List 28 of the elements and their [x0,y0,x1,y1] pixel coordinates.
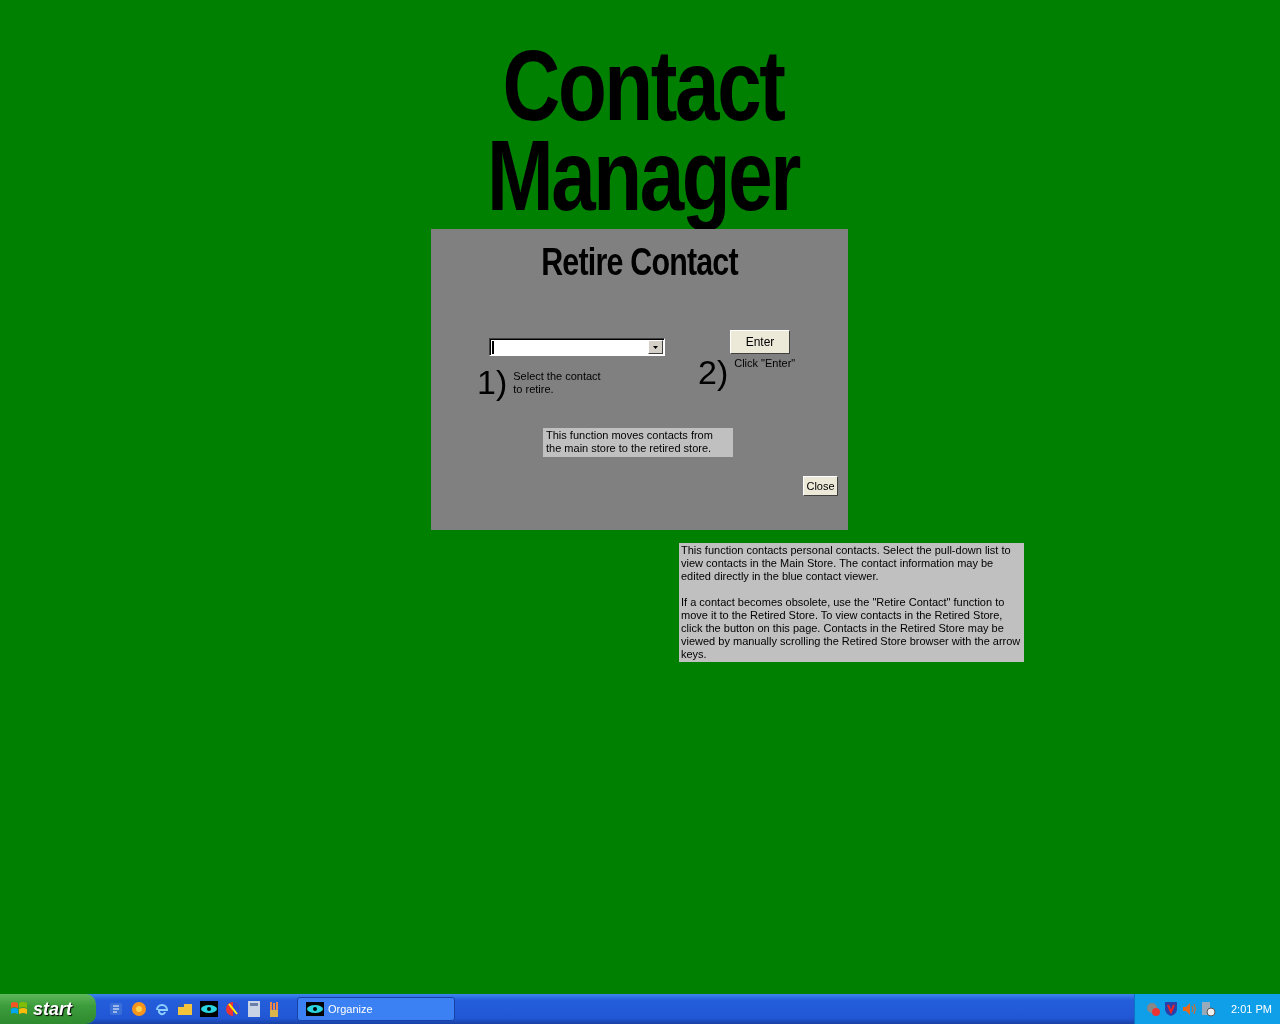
windows-flag-icon [10,1001,28,1017]
step-number: 1) [477,364,508,400]
step-instruction: Click "Enter" [734,357,796,370]
document-icon[interactable] [108,1001,124,1017]
shield-icon[interactable] [1164,1001,1178,1017]
calculator-icon[interactable] [248,1001,260,1017]
step-number: 2) [698,354,729,390]
step-instruction: Select the contact to retire. [513,370,602,396]
clock: 2:01 PM [1231,1003,1272,1015]
browser-icon[interactable] [154,1001,170,1017]
device-icon[interactable] [1200,1001,1216,1017]
dropdown-arrow-icon [653,345,658,349]
info-note: This function moves contacts from the main store to the retired store. [543,428,733,457]
circle-icon[interactable] [131,1001,147,1017]
start-button[interactable]: start [0,994,96,1024]
folder-icon[interactable] [177,1001,193,1017]
help-paragraph: This function contacts personal contacts. Select the pull-down list to view contacts in the Main Store. The contact information may be edited directly in the blue contact viewer. [681,544,1012,583]
app-title: Contact Manager [485,40,801,229]
contact-dropdown[interactable] [489,338,665,356]
dialog-title: Retire Contact [540,241,740,284]
brushes-icon[interactable] [267,1001,281,1017]
taskbar-task[interactable]: Organize [297,997,455,1021]
eye-icon[interactable] [200,1001,218,1017]
help-paragraph: If a contact becomes obsolete, use the "Retire Contact" function to move it to the Retired Store. To view contacts in the Retired Store, click the button on this page. Contacts in the Retired Store may be viewed by manually scrolling the Retired Store browser with the arrow keys. [681,596,1022,661]
enter-button[interactable]: Enter [730,330,790,354]
close-button[interactable]: Close [803,476,838,496]
ball-icon[interactable] [225,1001,241,1017]
eye-icon [306,1002,324,1016]
